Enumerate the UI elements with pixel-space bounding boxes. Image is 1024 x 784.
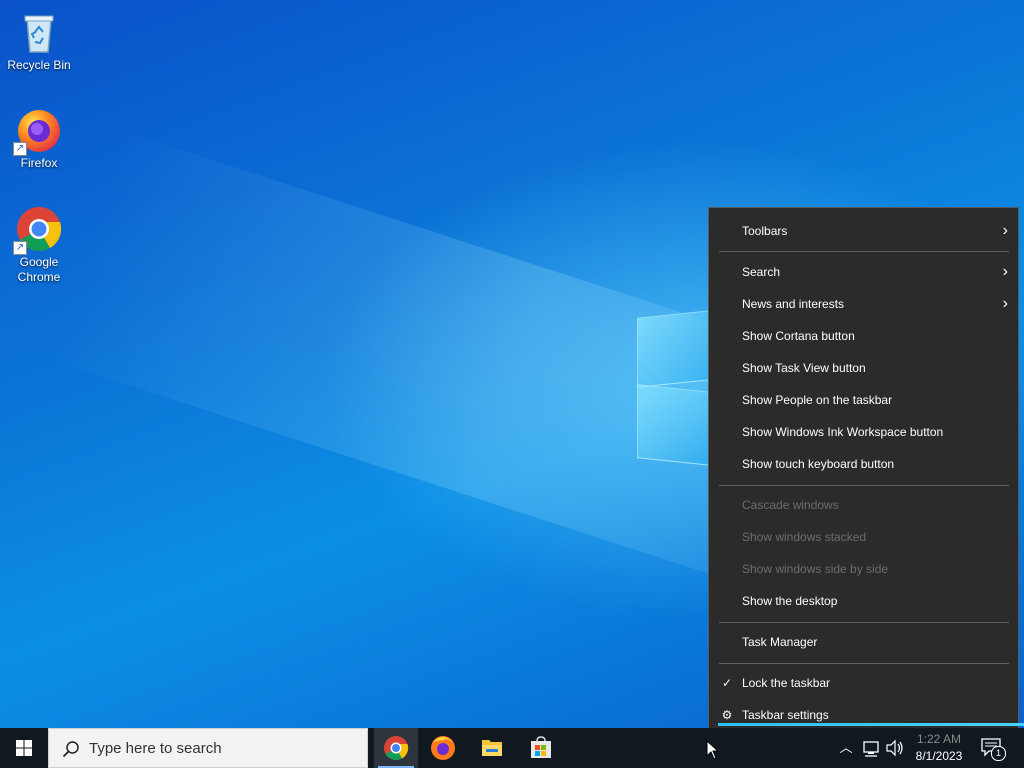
windows-logo-pane-top xyxy=(637,310,711,388)
taskbar-app-chrome[interactable] xyxy=(374,728,418,768)
store-icon xyxy=(531,736,551,758)
notification-badge: 1 xyxy=(991,746,1006,761)
menu-item-show-windows-ink[interactable]: Show Windows Ink Workspace button xyxy=(709,419,1018,445)
menu-item-show-windows-side-by-side: Show windows side by side xyxy=(709,556,1018,582)
taskbar-clock[interactable]: 1:22 AM 8/1/2023 xyxy=(906,731,972,765)
chevron-up-icon: ︿ xyxy=(839,740,853,755)
chevron-right-icon: › xyxy=(1002,295,1008,312)
menu-item-task-manager[interactable]: Task Manager xyxy=(709,629,1018,655)
network-icon[interactable] xyxy=(862,728,882,768)
menu-item-label: Show Windows Ink Workspace button xyxy=(742,425,944,439)
checkmark-icon: ✓ xyxy=(721,676,733,690)
clock-time: 1:22 AM xyxy=(916,732,962,746)
menu-item-cascade-windows: Cascade windows xyxy=(709,492,1018,518)
menu-item-label: Show Cortana button xyxy=(742,329,855,343)
taskbar-app-firefox[interactable] xyxy=(421,728,465,768)
clock-date: 8/1/2023 xyxy=(915,749,963,763)
menu-item-show-windows-stacked: Show windows stacked xyxy=(709,524,1018,550)
menu-item-label: Show touch keyboard button xyxy=(742,457,895,471)
menu-item-label: Show windows side by side xyxy=(742,562,889,576)
menu-item-label: Toolbars xyxy=(742,224,788,238)
firefox-icon xyxy=(431,736,455,760)
desktop-icon-firefox[interactable]: ↗ Firefox xyxy=(1,106,77,171)
menu-item-label: Lock the taskbar xyxy=(742,676,831,690)
menu-item-label: Cascade windows xyxy=(742,498,839,512)
windows-logo-pane-bottom xyxy=(637,384,711,466)
taskbar-app-microsoft-store[interactable] xyxy=(519,728,563,768)
menu-item-show-task-view-button[interactable]: Show Task View button xyxy=(709,355,1018,381)
desktop-icon-label: Firefox xyxy=(20,156,58,170)
menu-item-show-cortana-button[interactable]: Show Cortana button xyxy=(709,323,1018,349)
windows-logo-icon xyxy=(16,740,32,756)
taskbar: Type here to search ︿ 1:22 AM 8/1/2023 1 xyxy=(0,728,1024,768)
desktop-icon-recycle-bin[interactable]: Recycle Bin xyxy=(1,8,77,73)
mouse-cursor-icon xyxy=(706,740,720,760)
shortcut-arrow-icon: ↗ xyxy=(13,241,27,255)
menu-item-label: Search xyxy=(742,265,781,279)
menu-separator xyxy=(719,622,1009,623)
search-input[interactable]: Type here to search xyxy=(48,728,368,768)
chrome-icon: ↗ xyxy=(13,205,63,255)
firefox-icon: ↗ xyxy=(13,106,63,156)
menu-item-label: Show windows stacked xyxy=(742,530,867,544)
chevron-right-icon: › xyxy=(1002,263,1008,280)
menu-separator xyxy=(719,485,1009,486)
menu-item-show-the-desktop[interactable]: Show the desktop xyxy=(709,588,1018,614)
desktop-icon-label: Recycle Bin xyxy=(7,58,71,72)
menu-item-show-people[interactable]: Show People on the taskbar xyxy=(709,387,1018,413)
menu-separator xyxy=(719,663,1009,664)
desktop-icon-chrome[interactable]: ↗ Google Chrome xyxy=(1,205,77,285)
folder-icon xyxy=(482,740,502,756)
chevron-right-icon: › xyxy=(1002,222,1008,239)
chrome-icon xyxy=(384,736,409,761)
menu-item-label: Task Manager xyxy=(742,635,818,649)
search-placeholder: Type here to search xyxy=(89,740,222,757)
menu-item-toolbars[interactable]: Toolbars › xyxy=(709,218,1018,244)
taskbar-highlight-line xyxy=(718,723,1024,726)
taskbar-app-file-explorer[interactable] xyxy=(470,728,514,768)
action-center-button[interactable]: 1 xyxy=(980,736,1006,761)
taskbar-context-menu: Toolbars › Search › News and interests ›… xyxy=(708,207,1019,729)
menu-item-label: Show the desktop xyxy=(742,594,838,608)
show-hidden-icons-button[interactable]: ︿ xyxy=(838,728,854,768)
shortcut-arrow-icon: ↗ xyxy=(13,142,27,156)
menu-separator xyxy=(719,251,1009,252)
menu-item-news-and-interests[interactable]: News and interests › xyxy=(709,291,1018,317)
menu-item-show-touch-keyboard[interactable]: Show touch keyboard button xyxy=(709,451,1018,477)
volume-icon[interactable] xyxy=(885,728,905,768)
menu-item-search[interactable]: Search › xyxy=(709,259,1018,285)
desktop-icon-label: Google Chrome xyxy=(17,255,61,284)
search-icon xyxy=(62,741,79,758)
menu-item-label: Show Task View button xyxy=(742,361,866,375)
recycle-bin-icon xyxy=(15,8,63,56)
menu-item-lock-the-taskbar[interactable]: ✓ Lock the taskbar xyxy=(709,670,1018,696)
menu-item-label: Show People on the taskbar xyxy=(742,393,893,407)
start-button[interactable] xyxy=(0,728,48,768)
menu-item-label: News and interests xyxy=(742,297,845,311)
